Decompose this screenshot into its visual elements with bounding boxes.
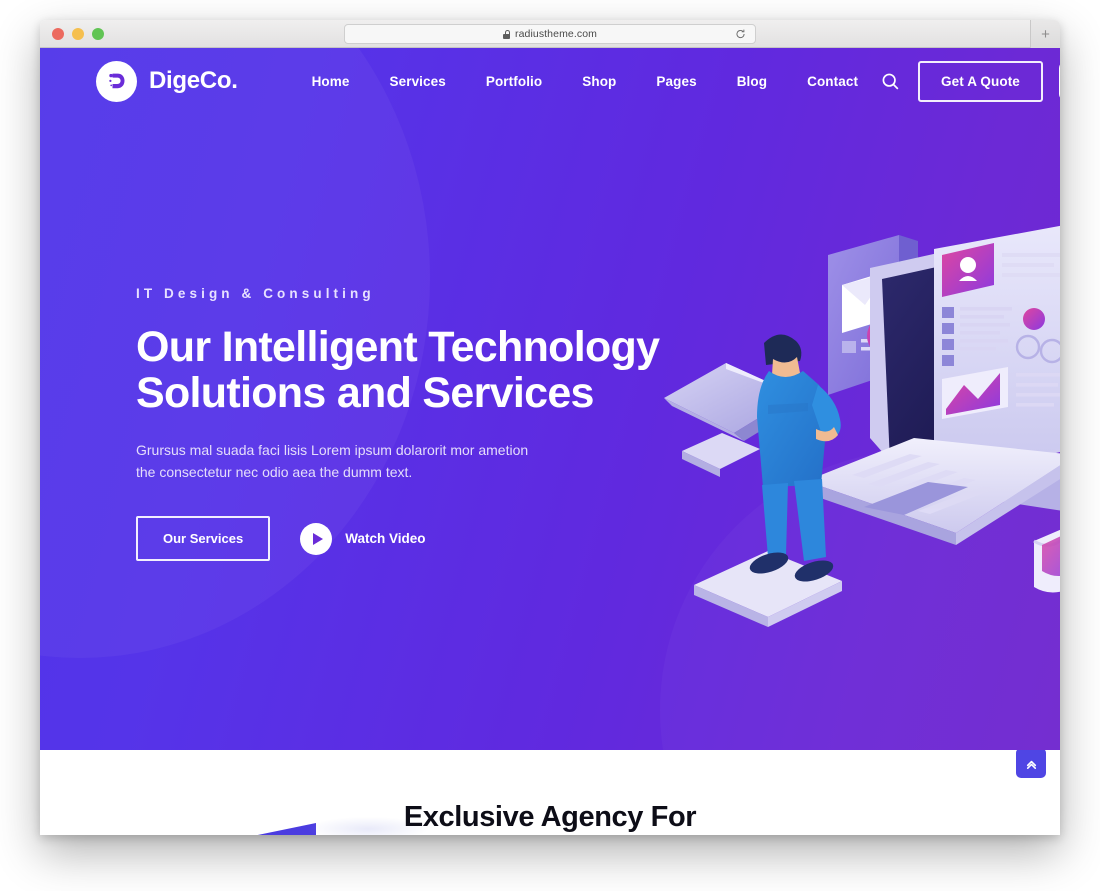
isometric-workspace-illustration <box>664 225 1060 627</box>
main-navigation: DigeCo. Home Services Portfolio Shop Pag… <box>40 48 1060 114</box>
page-title: Our Intelligent Technology Solutions and… <box>136 324 666 417</box>
scroll-to-top-button[interactable] <box>1016 750 1046 778</box>
logo-d-glyph <box>108 73 124 89</box>
nav-item-contact[interactable]: Contact <box>787 74 878 89</box>
brand-logo[interactable]: DigeCo. <box>96 60 238 102</box>
url-text: radiustheme.com <box>514 28 598 40</box>
nav-item-portfolio[interactable]: Portfolio <box>466 74 562 89</box>
hero-paragraph-line-2: the consectetur nec odio aea the dumm te… <box>136 463 413 480</box>
nav-item-pages[interactable]: Pages <box>636 74 716 89</box>
close-button[interactable] <box>52 27 64 40</box>
nav-actions: Get A Quote <box>878 60 1060 102</box>
hero-paragraph: Grursus mal suada faci lisis Lorem ipsum… <box>136 439 666 483</box>
double-chevron-up-icon <box>1026 760 1036 769</box>
nav-item-home[interactable]: Home <box>292 74 370 89</box>
hamburger-menu-icon[interactable] <box>1058 62 1060 100</box>
hero-illustration <box>656 223 1060 653</box>
nav-item-services[interactable]: Services <box>370 74 466 89</box>
watch-video-button[interactable]: Watch Video <box>300 522 426 555</box>
illustration-laptop-keyboard <box>806 438 1060 545</box>
watch-video-label: Watch Video <box>345 531 426 547</box>
maximize-button[interactable] <box>92 27 104 40</box>
illustration-trash-bin <box>1033 529 1060 593</box>
hero-cta-row: Our Services Watch Video <box>136 516 666 562</box>
lock-icon <box>502 29 511 39</box>
hero-content: IT Design & Consulting Our Intelligent T… <box>136 286 666 562</box>
nav-item-shop[interactable]: Shop <box>562 74 636 89</box>
get-a-quote-button[interactable]: Get A Quote <box>918 60 1043 102</box>
hero-eyebrow: IT Design & Consulting <box>136 286 375 301</box>
reload-icon[interactable] <box>735 29 746 40</box>
our-services-button[interactable]: Our Services <box>136 516 271 562</box>
page-viewport: DigeCo. Home Services Portfolio Shop Pag… <box>40 48 1060 835</box>
headline-line-1: Our Intelligent Technology <box>136 323 660 371</box>
digeco-logo-icon <box>96 60 137 102</box>
browser-window: radiustheme.com + DigeCo. Home Services … <box>40 20 1060 835</box>
nav-menu: Home Services Portfolio Shop Pages Blog … <box>292 74 878 89</box>
minimize-button[interactable] <box>72 27 84 40</box>
play-icon <box>300 522 333 555</box>
address-bar[interactable]: radiustheme.com <box>344 24 756 44</box>
headline-line-2: Solutions and Services <box>136 369 594 418</box>
illustration-dashboard-panel <box>934 225 1060 478</box>
hero-section: DigeCo. Home Services Portfolio Shop Pag… <box>40 48 1060 750</box>
section-title: Exclusive Agency For <box>403 801 697 833</box>
search-icon[interactable] <box>878 69 902 93</box>
hero-paragraph-line-1: Grursus mal suada faci lisis Lorem ipsum… <box>136 441 529 458</box>
window-controls <box>52 27 104 40</box>
next-section: Exclusive Agency For <box>40 750 1060 835</box>
nav-item-blog[interactable]: Blog <box>717 74 787 89</box>
illustration-person <box>749 334 841 582</box>
illustration-small-box <box>682 433 760 477</box>
browser-titlebar: radiustheme.com + <box>40 20 1060 48</box>
brand-name: DigeCo. <box>149 67 238 94</box>
new-tab-button[interactable]: + <box>1030 20 1060 48</box>
